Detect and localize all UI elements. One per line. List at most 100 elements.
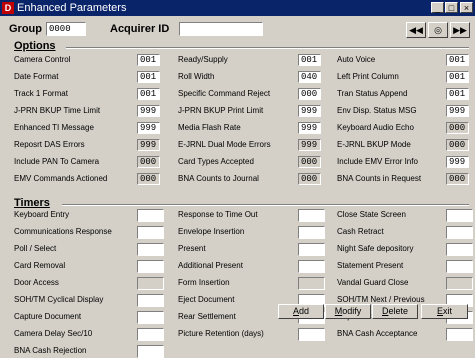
options-value-field[interactable]: 999 xyxy=(446,156,469,168)
options-value-field[interactable]: 001 xyxy=(446,71,469,83)
timers-value-field[interactable] xyxy=(137,209,164,222)
rewind-icon: ◀◀ xyxy=(409,25,423,35)
options-label: Roll Width xyxy=(178,72,215,81)
timers-value-field[interactable] xyxy=(137,328,164,341)
options-value-field[interactable]: 040 xyxy=(298,71,321,83)
timers-label: Rear Settlement xyxy=(178,312,236,321)
exit-button[interactable]: Exit xyxy=(421,304,468,319)
timers-value-field[interactable] xyxy=(298,328,325,341)
timers-label: Picture Retention (days) xyxy=(178,329,264,338)
timers-label: Present xyxy=(178,244,206,253)
options-value-field[interactable]: 000 xyxy=(298,88,321,100)
timers-value-field[interactable] xyxy=(137,345,164,358)
timers-label: Eject Document xyxy=(178,295,235,304)
options-value-field[interactable]: 001 xyxy=(446,88,469,100)
timers-value-field[interactable] xyxy=(298,243,325,256)
timers-label: Keyboard Entry xyxy=(14,210,70,219)
options-label: Env Disp. Status MSG xyxy=(337,106,417,115)
options-label: Media Flash Rate xyxy=(178,123,241,132)
options-label: Tran Status Append xyxy=(337,89,408,98)
options-label: EMV Commands Actioned xyxy=(14,174,108,183)
options-label: Reposrt DAS Errors xyxy=(14,140,85,149)
next-record-button[interactable]: ▶▶ xyxy=(450,22,470,38)
options-value-field[interactable]: 999 xyxy=(298,105,321,117)
options-label: BNA Counts to Journal xyxy=(178,174,259,183)
enhanced-parameters-window: D Enhanced Parameters _ □ × Group 0000 A… xyxy=(0,0,475,358)
options-value-field[interactable]: 999 xyxy=(137,105,160,117)
options-label: Camera Control xyxy=(14,55,71,64)
options-label: Keyboard Audio Echo xyxy=(337,123,414,132)
add-button[interactable]: Add xyxy=(278,304,324,319)
close-button[interactable]: × xyxy=(460,2,473,13)
timers-label: Form Insertion xyxy=(178,278,230,287)
window-title: Enhanced Parameters xyxy=(17,2,127,14)
options-value-field[interactable]: 001 xyxy=(298,54,321,66)
options-label: J-PRN BKUP Print Limit xyxy=(178,106,264,115)
timers-label: Cash Retract xyxy=(337,227,384,236)
timers-value-field[interactable] xyxy=(446,209,473,222)
options-divider xyxy=(66,47,469,49)
timers-value-field[interactable] xyxy=(137,243,164,256)
options-value-field[interactable]: 001 xyxy=(137,88,160,100)
options-value-field[interactable]: 999 xyxy=(137,122,160,134)
timers-label: Additional Present xyxy=(178,261,243,270)
timers-value-field[interactable] xyxy=(446,328,473,341)
options-value-field[interactable]: 001 xyxy=(137,54,160,66)
acquirer-id-input[interactable] xyxy=(179,22,263,36)
options-value-field[interactable]: 000 xyxy=(298,173,321,185)
timers-value-field[interactable] xyxy=(446,260,473,273)
timers-value-field[interactable] xyxy=(298,260,325,273)
timers-value-field[interactable] xyxy=(137,311,164,324)
locate-button[interactable]: ◎ xyxy=(428,22,448,38)
timers-section-title: Timers xyxy=(14,197,50,209)
options-value-field[interactable]: 001 xyxy=(446,54,469,66)
timers-value-field[interactable] xyxy=(446,226,473,239)
timers-label: BNA Cash Acceptance xyxy=(337,329,418,338)
options-label: Left Print Column xyxy=(337,72,399,81)
options-label: Auto Voice xyxy=(337,55,376,64)
options-section-title: Options xyxy=(14,40,56,52)
options-value-field[interactable]: 000 xyxy=(446,173,469,185)
group-input[interactable]: 0000 xyxy=(46,22,86,36)
timers-label: BNA Cash Rejection xyxy=(14,346,87,355)
options-label: E-JRNL BKUP Mode xyxy=(337,140,411,149)
timers-label: Night Safe depository xyxy=(337,244,414,253)
maximize-button[interactable]: □ xyxy=(445,2,458,13)
minimize-button[interactable]: _ xyxy=(431,2,444,13)
options-label: BNA Counts in Request xyxy=(337,174,422,183)
timers-value-field[interactable] xyxy=(298,209,325,222)
timers-label: Communications Response xyxy=(14,227,112,236)
fast-forward-icon: ▶▶ xyxy=(453,25,467,35)
group-label: Group xyxy=(9,23,42,35)
timers-value-field[interactable] xyxy=(137,277,164,290)
acquirer-id-label: Acquirer ID xyxy=(110,23,170,35)
options-value-field[interactable]: 000 xyxy=(137,156,160,168)
options-value-field[interactable]: 999 xyxy=(446,105,469,117)
options-value-field[interactable]: 000 xyxy=(446,122,469,134)
timers-label: Statement Present xyxy=(337,261,404,270)
timers-value-field[interactable] xyxy=(446,243,473,256)
timers-label: Capture Document xyxy=(14,312,82,321)
delete-button[interactable]: Delete xyxy=(372,304,418,319)
options-label: Ready/Supply xyxy=(178,55,228,64)
previous-record-button[interactable]: ◀◀ xyxy=(406,22,426,38)
timers-value-field[interactable] xyxy=(298,226,325,239)
timers-value-field[interactable] xyxy=(137,226,164,239)
timers-value-field[interactable] xyxy=(137,260,164,273)
options-value-field[interactable]: 999 xyxy=(298,139,321,151)
modify-button[interactable]: Modify xyxy=(325,304,371,319)
options-value-field[interactable]: 001 xyxy=(137,71,160,83)
timers-label: Poll / Select xyxy=(14,244,57,253)
options-value-field[interactable]: 000 xyxy=(298,156,321,168)
timers-label: Door Access xyxy=(14,278,59,287)
target-icon: ◎ xyxy=(434,25,442,35)
timers-divider xyxy=(62,204,469,206)
options-label: J-PRN BKUP Time Limit xyxy=(14,106,101,115)
options-value-field[interactable]: 999 xyxy=(137,139,160,151)
options-value-field[interactable]: 000 xyxy=(137,173,160,185)
options-value-field[interactable]: 000 xyxy=(446,139,469,151)
timers-value-field[interactable] xyxy=(137,294,164,307)
options-value-field[interactable]: 999 xyxy=(298,122,321,134)
timers-value-field[interactable] xyxy=(446,277,473,290)
timers-value-field[interactable] xyxy=(298,277,325,290)
